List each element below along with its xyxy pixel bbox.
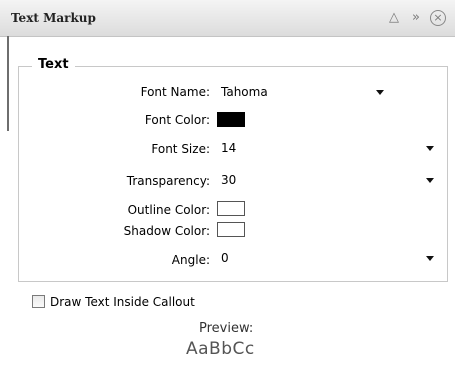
chevron-down-icon bbox=[426, 256, 434, 261]
panel-title: Text Markup bbox=[11, 11, 96, 25]
outline-color-swatch[interactable] bbox=[217, 201, 245, 216]
collapse-up-icon[interactable]: △ bbox=[386, 10, 402, 26]
text-markup-panel: Text Markup △ » × Text Font Name: Tahoma… bbox=[0, 0, 455, 381]
transparency-value: 30 bbox=[221, 173, 237, 187]
panel-titlebar: Text Markup △ » × bbox=[0, 0, 455, 37]
groupbox-legend: Text bbox=[32, 57, 75, 72]
left-edge-divider bbox=[0, 36, 9, 131]
font-color-label: Font Color: bbox=[144, 113, 210, 127]
close-icon[interactable]: × bbox=[430, 10, 446, 26]
chevron-down-icon bbox=[376, 90, 384, 95]
outline-color-label: Outline Color: bbox=[127, 203, 210, 217]
font-size-value: 14 bbox=[221, 141, 237, 155]
transparency-dropdown[interactable]: 30 bbox=[217, 170, 439, 190]
angle-value: 0 bbox=[221, 251, 229, 265]
draw-inside-callout-checkbox[interactable] bbox=[32, 295, 45, 308]
font-name-dropdown[interactable]: Tahoma bbox=[217, 82, 389, 102]
shadow-color-label: Shadow Color: bbox=[123, 224, 210, 238]
chevron-down-icon bbox=[426, 146, 434, 151]
angle-label: Angle: bbox=[171, 253, 210, 267]
font-color-swatch[interactable] bbox=[217, 112, 245, 127]
font-name-value: Tahoma bbox=[221, 85, 268, 99]
font-size-label: Font Size: bbox=[151, 142, 210, 156]
font-name-label: Font Name: bbox=[140, 85, 210, 99]
font-size-dropdown[interactable]: 14 bbox=[217, 138, 439, 158]
transparency-label: Transparency: bbox=[126, 174, 210, 188]
shadow-color-swatch[interactable] bbox=[217, 222, 245, 237]
preview-title: Preview: bbox=[199, 321, 254, 336]
fast-forward-icon[interactable]: » bbox=[408, 10, 424, 26]
preview-sample-text: AaBbCc bbox=[186, 339, 255, 359]
draw-inside-callout-label[interactable]: Draw Text Inside Callout bbox=[50, 295, 195, 309]
angle-dropdown[interactable]: 0 bbox=[217, 248, 439, 268]
chevron-down-icon bbox=[426, 178, 434, 183]
